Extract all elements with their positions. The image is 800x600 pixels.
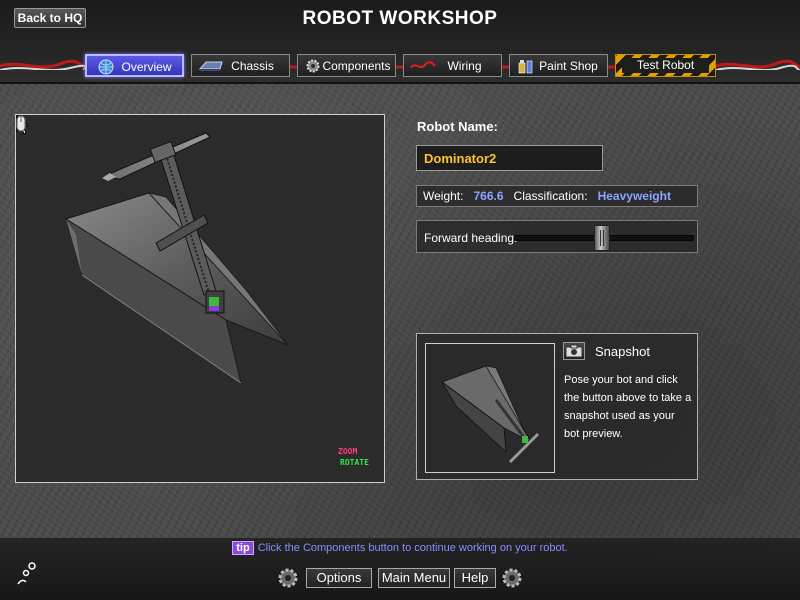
rotate-hint: ROTATE — [340, 458, 369, 467]
tip-badge: tip — [232, 541, 254, 555]
tab-paint-shop[interactable]: Paint Shop — [509, 54, 608, 77]
tab-wiring-label: Wiring — [447, 59, 482, 73]
robot-stats-bar: Weight: 766.6 Classification: Heavyweigh… — [416, 185, 698, 207]
snapshot-preview-image — [425, 343, 555, 473]
tab-test-robot-label: Test Robot — [622, 58, 709, 73]
camera-icon — [565, 344, 583, 358]
weight-label: Weight: — [423, 189, 464, 203]
tab-overview-label: Overview — [121, 60, 172, 74]
snapshot-button[interactable] — [563, 342, 585, 360]
header-bar: Back to HQ ROBOT WORKSHOP Overview Chass… — [0, 0, 800, 84]
tip-text: Click the Components button to continue … — [257, 542, 568, 554]
robot-model — [64, 132, 289, 385]
classification-label: Classification: — [513, 189, 588, 203]
slider-thumb[interactable] — [594, 225, 611, 251]
mouse-controls-icon — [16, 115, 26, 132]
busy-indicator-icon — [17, 562, 36, 585]
snapshot-panel: Snapshot Pose your bot and click the but… — [416, 333, 698, 480]
classification-value: Heavyweight — [597, 189, 671, 203]
cog-right-icon — [502, 568, 522, 588]
footer-buttons: Options Main Menu Help — [274, 564, 528, 592]
tab-chassis[interactable]: Chassis — [191, 54, 290, 77]
main-menu-button[interactable]: Main Menu — [378, 568, 450, 588]
tab-chassis-label: Chassis — [231, 59, 274, 73]
help-button[interactable]: Help — [454, 568, 496, 588]
robot-name-field[interactable]: Dominator2 — [416, 145, 603, 171]
tab-bar: Overview Chassis Components Wiring Paint… — [0, 54, 800, 78]
cog-left-icon — [278, 568, 298, 588]
page-title: ROBOT WORKSHOP — [302, 8, 498, 29]
tab-paint-shop-label: Paint Shop — [539, 59, 598, 73]
tab-wiring[interactable]: Wiring — [403, 54, 502, 77]
options-button[interactable]: Options — [306, 568, 372, 588]
tab-components[interactable]: Components — [297, 54, 396, 77]
robot-name-label: Robot Name: — [417, 119, 498, 134]
forward-heading-panel: Forward heading: — [416, 220, 698, 253]
snapshot-description: Pose your bot and click the button above… — [564, 374, 692, 440]
robot-preview-thumbnail — [441, 365, 540, 464]
tab-test-robot[interactable]: Test Robot — [615, 54, 716, 77]
tip-line: tip Click the Components button to contin… — [0, 541, 800, 555]
weight-value: 766.6 — [473, 189, 504, 203]
zoom-hint: ZOOM — [338, 447, 358, 456]
snapshot-title: Snapshot — [595, 344, 650, 359]
robot-3d-viewport[interactable]: ZOOM ROTATE — [15, 114, 385, 483]
forward-heading-label: Forward heading: — [424, 231, 518, 245]
tab-components-label: Components — [322, 59, 391, 73]
tab-overview[interactable]: Overview — [85, 54, 184, 77]
